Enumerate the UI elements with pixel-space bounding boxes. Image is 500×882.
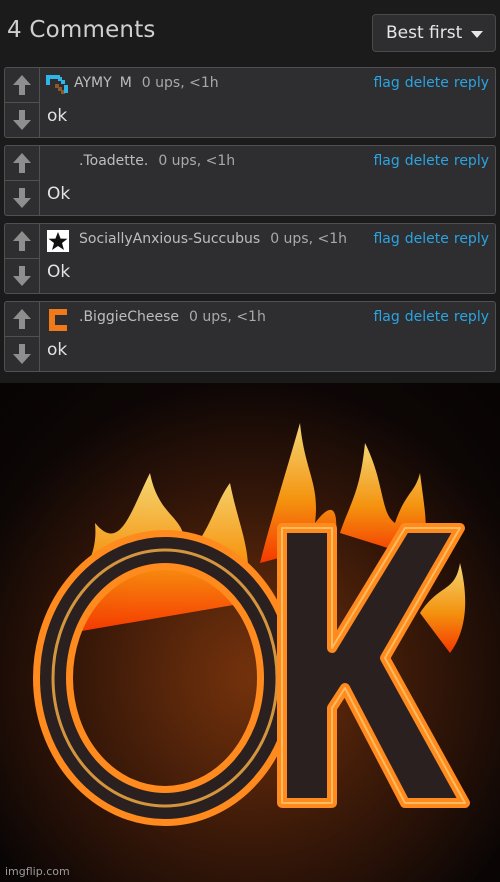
delete-link[interactable]: delete [405,309,449,325]
delete-link[interactable]: delete [405,231,449,247]
vote-column [5,146,40,215]
delete-link[interactable]: delete [405,75,449,91]
comment-count: 4 Comments [7,17,156,43]
arrow-down-icon [13,266,31,286]
delete-link[interactable]: delete [405,153,449,169]
comment-meta: SociallyAnxious-Succubus 0 ups, <1h [79,231,347,247]
comment-stats: 0 ups, <1h [270,231,348,247]
upvote-button[interactable] [5,68,39,103]
comment-item: .BiggieCheese 0 ups, <1h flag delete reply … [4,301,496,372]
comment-item: AYMY M 0 ups, <1h flag delete reply ok [4,67,496,138]
comment-meta: .Toadette. 0 ups, <1h [79,153,235,169]
pixel-pickaxe-icon[interactable] [44,73,72,97]
arrow-up-icon [13,231,31,251]
mod-badge: M [119,75,132,91]
watermark: imgflip.com [5,865,70,878]
flag-link[interactable]: flag [373,75,399,91]
vote-column [5,302,40,371]
comments-header: 4 Comments Best first [0,0,500,66]
upvote-button[interactable] [5,146,39,181]
arrow-up-icon [13,75,31,95]
downvote-button[interactable] [5,337,39,371]
arrow-up-icon [13,309,31,329]
username-link[interactable]: .Toadette. [79,153,148,169]
upvote-button[interactable] [5,224,39,259]
upvote-button[interactable] [5,302,39,337]
comment-text: Ok [47,262,71,282]
comment-text: ok [47,106,68,126]
reply-link[interactable]: reply [454,75,489,91]
downvote-button[interactable] [5,103,39,137]
arrow-down-icon [13,188,31,208]
comment-actions: flag delete reply [368,231,489,247]
comment-actions: flag delete reply [368,75,489,91]
arrow-down-icon [13,344,31,364]
flag-link[interactable]: flag [373,309,399,325]
comment-stats: 0 ups, <1h [141,75,219,91]
sort-label: Best first [386,23,463,43]
vote-column [5,68,40,137]
comment-text: ok [47,340,68,360]
arrow-up-icon [13,153,31,173]
orange-bracket-icon[interactable] [47,307,69,333]
chevron-down-icon [471,31,483,38]
comment-stats: 0 ups, <1h [158,153,236,169]
comment-actions: flag delete reply [368,153,489,169]
comment-text: Ok [47,184,71,204]
downvote-button[interactable] [5,181,39,215]
comment-item: SociallyAnxious-Succubus 0 ups, <1h flag d… [4,223,496,294]
username-link[interactable]: SociallyAnxious-Succubus [79,231,260,247]
reply-link[interactable]: reply [454,309,489,325]
comment-actions: flag delete reply [368,309,489,325]
arrow-down-icon [13,110,31,130]
reply-link[interactable]: reply [454,231,489,247]
comment-stats: 0 ups, <1h [189,309,266,325]
comment-meta: AYMY M 0 ups, <1h [74,75,219,91]
flag-link[interactable]: flag [373,153,399,169]
star-icon[interactable] [47,230,69,252]
comment-meta: .BiggieCheese 0 ups, <1h [79,309,266,325]
downvote-button[interactable] [5,259,39,293]
fire-ok-image: OK imgflip.com [0,383,500,882]
flaming-ok-graphic [0,383,500,882]
username-link[interactable]: .BiggieCheese [79,309,179,325]
username-link[interactable]: AYMY [74,75,112,91]
reply-link[interactable]: reply [454,153,489,169]
vote-column [5,224,40,293]
flag-link[interactable]: flag [373,231,399,247]
comment-item: .Toadette. 0 ups, <1h flag delete reply Ok [4,145,496,216]
sort-dropdown[interactable]: Best first [372,14,496,52]
